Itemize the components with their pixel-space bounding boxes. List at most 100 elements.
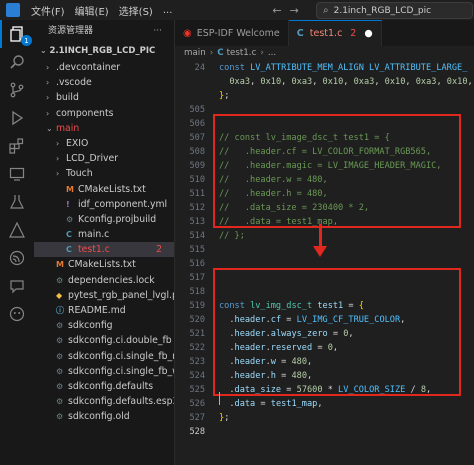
testing-icon[interactable] [0, 188, 34, 216]
line-number: 515 [189, 245, 205, 255]
file-tree-item[interactable]: ⚙ sdkconfig [34, 318, 174, 333]
workspace-root[interactable]: ⌄ 2.1INCH_RGB_LCD_PIC [34, 42, 174, 60]
line-number: 514 [189, 231, 205, 241]
espressif-tab-icon: ◉ [183, 27, 192, 39]
line-number: 523 [189, 357, 205, 367]
forward-arrow-icon[interactable]: → [290, 4, 299, 17]
menu-file[interactable]: 文件(F) [26, 3, 70, 18]
file-tree-item[interactable]: › .vscode [34, 75, 174, 90]
file-tree-item[interactable]: ⚙ sdkconfig.old [34, 409, 174, 424]
file-tree-item[interactable]: Cmain.c [34, 227, 174, 242]
explorer-sidebar: 资源管理器 ··· ⌄ 2.1INCH_RGB_LCD_PIC › .devcon… [34, 20, 175, 465]
chat-icon[interactable] [0, 272, 34, 300]
file-type-icon: ! [66, 199, 70, 209]
file-tree-item[interactable]: ⚙ dependencies.lock [34, 273, 174, 288]
activity-bar: 1 [0, 20, 34, 465]
explorer-icon[interactable]: 1 [0, 20, 34, 48]
file-tree-label: idf_component.yml [78, 198, 168, 210]
file-tree-label: test1.c [78, 244, 110, 256]
editor-tabs: ◉ ESP-IDF Welcome C test1.c 2 ● [175, 20, 474, 46]
code-line: 0xa3, 0x10, 0xa3, 0x10, 0xa3, 0x10, 0xa3… [229, 77, 473, 87]
file-tree-label: sdkconfig.ci.single_fb_no_bb [68, 350, 174, 362]
chevron-down-icon: ⌄ [46, 123, 53, 133]
search-icon[interactable] [0, 48, 34, 76]
line-number: 519 [189, 301, 205, 311]
file-tree-item[interactable]: ! idf_component.yml [34, 197, 174, 212]
back-arrow-icon[interactable]: ← [272, 4, 281, 17]
file-tree-label: sdkconfig.old [68, 411, 130, 423]
code-editor[interactable]: 24 const LV_ATTRIBUTE_MEM_ALIGN LV_ATTRIB… [175, 60, 474, 465]
file-type-icon: ⚙ [56, 412, 64, 422]
chevron-down-icon: ⌄ [40, 46, 50, 55]
file-tree-item[interactable]: ⚙ Kconfig.projbuild [34, 212, 174, 227]
file-tree-item[interactable]: ⌄ main [34, 121, 174, 136]
file-tree-item[interactable]: ⚙ sdkconfig.ci.double_fb [34, 333, 174, 348]
chevron-right-icon: › [260, 48, 264, 58]
file-tree-item[interactable]: M CMakeLists.txt [34, 182, 174, 197]
alien-icon[interactable] [0, 300, 34, 328]
menu-more[interactable]: ... [158, 5, 178, 16]
file-tree-item[interactable]: Ctest1.c 2 [34, 242, 174, 258]
run-debug-icon[interactable] [0, 104, 34, 132]
line-number: 527 [189, 413, 205, 423]
extensions-icon[interactable] [0, 132, 34, 160]
unsaved-dot-icon[interactable]: ● [364, 28, 372, 39]
c-file-icon: C [217, 48, 224, 58]
espressif-icon[interactable] [0, 244, 34, 272]
file-tree-label: .devcontainer [56, 62, 121, 73]
menu-edit[interactable]: 编辑(E) [70, 3, 114, 18]
breadcrumb-symbol[interactable]: ... [268, 48, 276, 58]
breadcrumb-file[interactable]: test1.c [227, 48, 257, 58]
menu-selection[interactable]: 选择(S) [114, 3, 158, 18]
line-number: 505 [189, 105, 205, 115]
file-tree-item[interactable]: ◆ pytest_rgb_panel_lvgl.py [34, 288, 174, 303]
breadcrumb-main[interactable]: main [184, 48, 206, 58]
more-actions-icon[interactable]: ··· [153, 20, 162, 42]
line-number: 525 [189, 385, 205, 395]
file-type-icon: ⚙ [56, 381, 64, 391]
tab-esp-idf-welcome[interactable]: ◉ ESP-IDF Welcome [175, 20, 289, 46]
file-tree-item[interactable]: ⚙ sdkconfig.defaults.esp32s3 [34, 394, 174, 409]
file-tree-label: README.md [68, 305, 126, 316]
file-tree-item[interactable]: M CMakeLists.txt [34, 257, 174, 272]
file-type-icon: ⚙ [56, 351, 64, 361]
chevron-right-icon: › [56, 154, 60, 164]
file-tree-item[interactable]: › build [34, 90, 174, 105]
file-type-icon: ⚙ [56, 397, 64, 407]
file-tree-item[interactable]: › Touch [34, 166, 174, 181]
tab-label: test1.c [309, 28, 343, 39]
source-control-icon[interactable] [0, 76, 34, 104]
text-cursor [219, 392, 220, 405]
chevron-right-icon: › [209, 48, 214, 58]
file-tree-item[interactable]: ⓘ README.md [34, 303, 174, 318]
file-tree-item[interactable]: › LCD_Driver [34, 151, 174, 166]
file-tree-item[interactable]: ⚙ sdkconfig.defaults [34, 379, 174, 394]
line-number: 510 [189, 175, 205, 185]
file-tree-label: CMakeLists.txt [68, 259, 136, 271]
line-number: 524 [189, 371, 205, 381]
code-line: }; [219, 91, 230, 101]
remote-explorer-icon[interactable] [0, 160, 34, 188]
tab-test1-c[interactable]: C test1.c 2 ● [288, 20, 382, 46]
file-tree-label: LCD_Driver [66, 153, 119, 165]
command-center[interactable]: ⌕ 2.1inch_RGB_LCD_pic [316, 2, 473, 19]
code-line: .data = test1_map, [219, 399, 323, 409]
cmake-icon[interactable] [0, 216, 34, 244]
file-tree-item[interactable]: › EXIO [34, 136, 174, 151]
file-tree-item[interactable]: ⚙ sdkconfig.ci.single_fb_with... [34, 364, 174, 379]
file-tree-label: pytest_rgb_panel_lvgl.py [68, 289, 174, 301]
file-type-icon: ⚙ [56, 366, 64, 376]
line-number: 506 [189, 119, 205, 129]
workspace-root-label: 2.1INCH_RGB_LCD_PIC [49, 46, 156, 56]
file-tree-item[interactable]: ⚙ sdkconfig.ci.single_fb_no_bb [34, 349, 174, 364]
command-center-label: 2.1inch_RGB_LCD_pic [333, 5, 432, 16]
file-tree-label: EXIO [66, 137, 89, 149]
title-bar: 文件(F) 编辑(E) 选择(S) ... ← → ⌕ 2.1inch_RGB_… [0, 0, 474, 20]
explorer-badge: 1 [21, 35, 32, 46]
file-type-icon: ⚙ [56, 321, 64, 331]
file-tree-item[interactable]: › components [34, 106, 174, 121]
search-icon: ⌕ [323, 5, 329, 16]
line-number: 516 [189, 259, 205, 269]
line-number: 518 [189, 287, 205, 297]
file-tree-item[interactable]: › .devcontainer [34, 60, 174, 75]
